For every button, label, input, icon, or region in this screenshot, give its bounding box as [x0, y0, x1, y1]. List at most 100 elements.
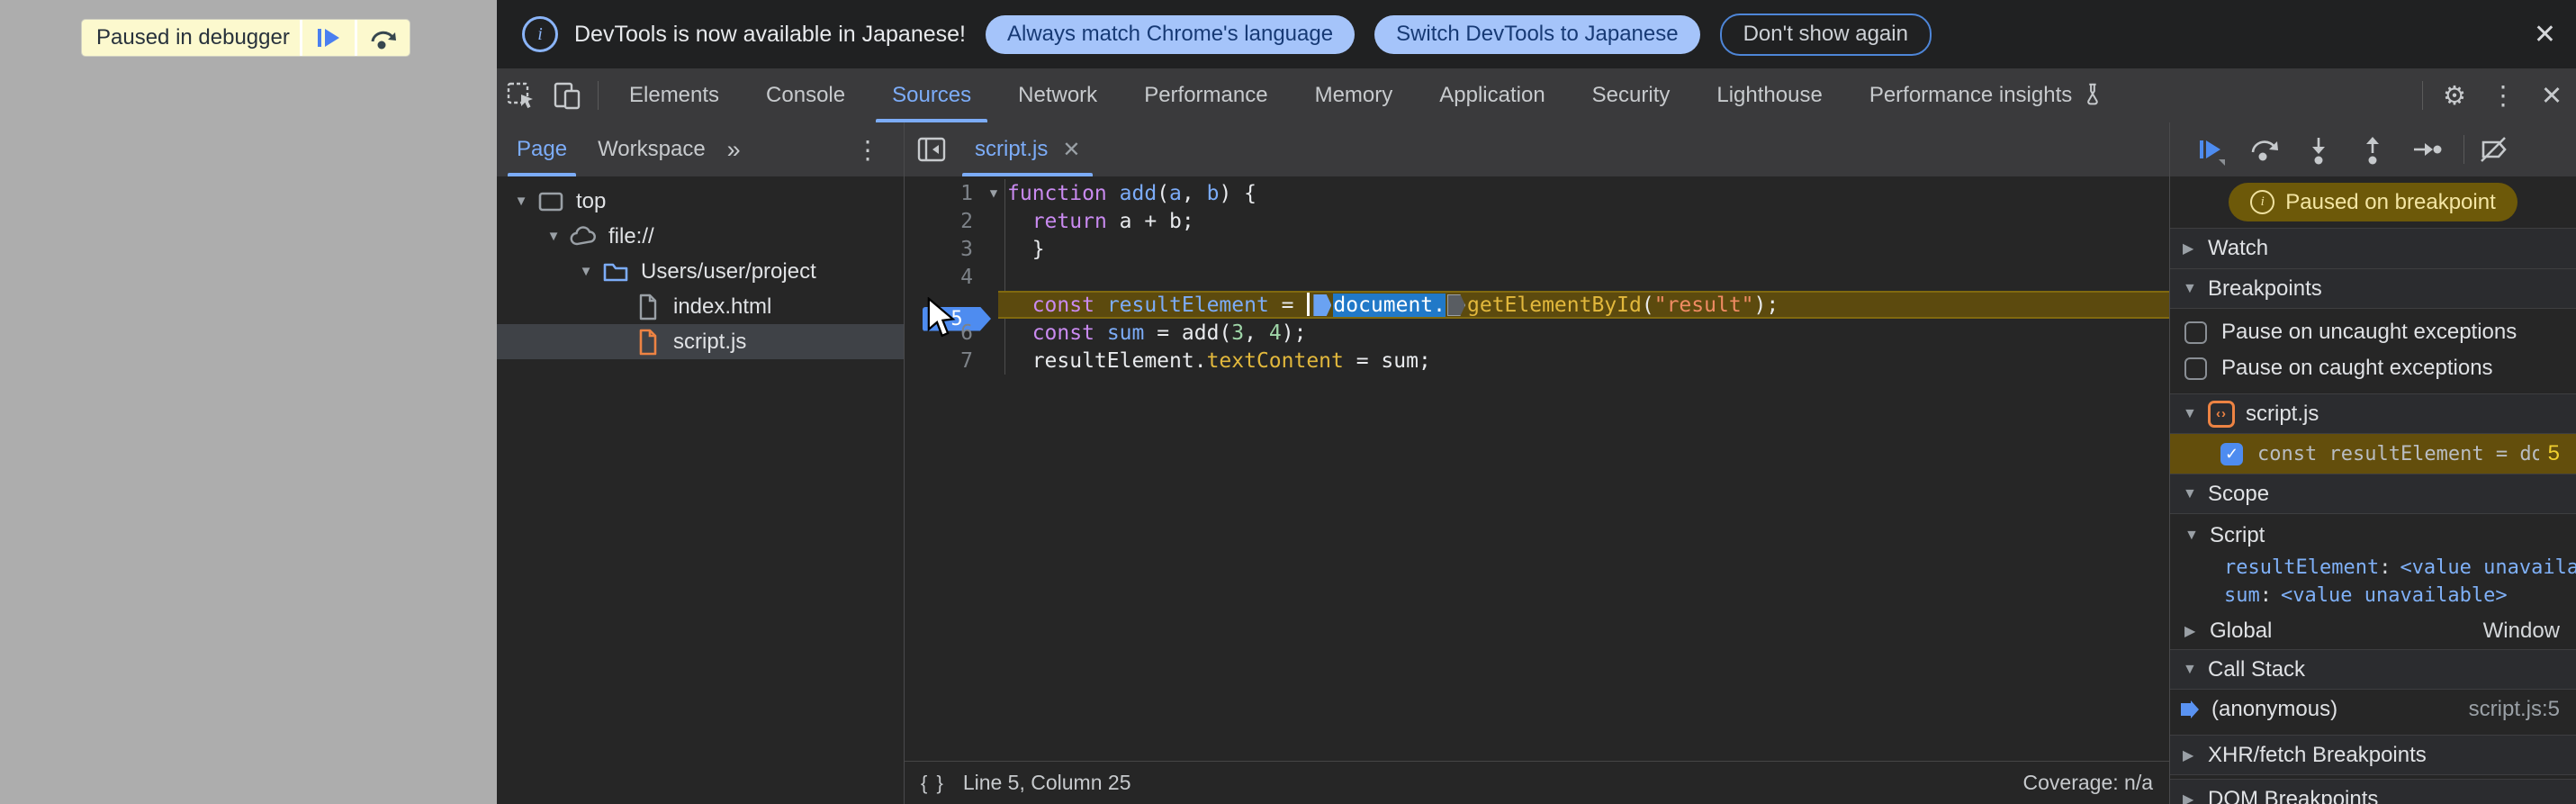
code-line-5[interactable]: 5 const resultElement = document. getElem… — [905, 291, 2169, 331]
checkbox-unchecked[interactable] — [2184, 321, 2207, 344]
tab-performance-insights[interactable]: Performance insights — [1846, 68, 2128, 122]
experiment-flask-icon — [2087, 83, 2098, 105]
tab-network[interactable]: Network — [995, 68, 1121, 122]
folder-icon — [603, 263, 628, 281]
section-scope[interactable]: ▼ Scope — [2170, 474, 2576, 514]
line-number[interactable]: 7 — [905, 349, 980, 373]
step-over-button[interactable] — [355, 20, 410, 56]
tab-memory[interactable]: Memory — [1292, 68, 1417, 122]
more-navigator-tabs-chevron[interactable]: » — [716, 122, 752, 176]
devtools-tab-bar: Elements Console Sources Network Performance… — [497, 68, 2576, 122]
continue-to-marker-icon[interactable] — [1447, 294, 1465, 316]
step-into-button[interactable] — [2301, 132, 2336, 167]
notification-action-button[interactable]: Switch DevTools to Japanese — [1374, 14, 1700, 54]
tree-item-file-[interactable]: ▼ file:// — [497, 219, 904, 254]
code-line-4[interactable]: 4 — [905, 263, 2169, 291]
line-number[interactable]: 2 — [905, 210, 980, 233]
line-number[interactable]: 3 — [905, 238, 980, 261]
line-number[interactable]: 4 — [905, 266, 980, 289]
debugger-pane: i Paused on breakpoint ▶ Watch ▼ Breakpo… — [2169, 122, 2576, 804]
expander-icon[interactable]: ▼ — [572, 264, 599, 279]
tab-performance[interactable]: Performance — [1121, 68, 1291, 122]
continue-to-marker-icon[interactable] — [1313, 294, 1332, 316]
tab-lighthouse[interactable]: Lighthouse — [1693, 68, 1845, 122]
tab-console[interactable]: Console — [743, 68, 869, 122]
scope-global-group[interactable]: ▶ Global Window — [2170, 613, 2576, 649]
scope-script-group[interactable]: ▼ Script — [2170, 518, 2576, 554]
section-watch[interactable]: ▶ Watch — [2170, 228, 2576, 268]
step-button[interactable] — [2409, 132, 2444, 167]
cloud-icon — [570, 225, 596, 245]
step-out-button[interactable] — [2355, 132, 2390, 167]
call-stack-frame[interactable]: (anonymous) script.js:5 — [2170, 690, 2576, 729]
step-over-icon — [371, 31, 396, 50]
settings-gear-button[interactable]: ⚙ — [2430, 68, 2479, 122]
checkbox-unchecked[interactable] — [2184, 357, 2207, 380]
more-options-button[interactable]: ⋮ — [2479, 68, 2527, 122]
tab-security[interactable]: Security — [1569, 68, 1694, 122]
notification-close-button[interactable]: ✕ — [2534, 19, 2556, 50]
resume-button[interactable] — [2193, 132, 2228, 167]
pause-uncaught-exceptions-row[interactable]: Pause on uncaught exceptions — [2170, 314, 2576, 350]
close-devtools-button[interactable]: ✕ — [2527, 68, 2576, 122]
chevron-down-icon: ▼ — [2183, 485, 2197, 501]
code-editor[interactable]: 1 ▼ function add(a, b) {2 return a + b; 3 }… — [905, 176, 2169, 761]
pretty-print-button[interactable]: { } — [921, 772, 945, 795]
scope-variable-row[interactable]: resultElement: <value unavailable> — [2170, 554, 2576, 582]
tree-item-top[interactable]: ▼ top — [497, 184, 904, 219]
code-line-1[interactable]: 1 ▼ function add(a, b) { — [905, 179, 2169, 207]
toolbar-divider — [2463, 135, 2464, 164]
inspect-element-button[interactable] — [497, 68, 544, 122]
editor-pane: script.js ✕ 1 ▼ function add(a, b) {2 retu… — [905, 122, 2169, 804]
tree-item-label: file:// — [608, 223, 654, 248]
navigator-menu-button[interactable]: ⋮ — [832, 122, 904, 176]
breakpoint-entry[interactable]: ✓ const resultElement = doc⋯ 5 — [2170, 434, 2576, 474]
code-line-7[interactable]: 7 resultElement.textContent = sum; — [905, 347, 2169, 375]
section-breakpoints[interactable]: ▼ Breakpoints — [2170, 268, 2576, 309]
code-line-3[interactable]: 3 } — [905, 235, 2169, 263]
step-over-icon — [2251, 140, 2278, 161]
resume-script-button[interactable] — [300, 20, 355, 56]
expander-icon[interactable]: ▼ — [508, 194, 535, 209]
code-text: return a + b; — [1031, 209, 1194, 233]
device-toolbar-button[interactable] — [544, 68, 590, 122]
script-file-icon: ‹› — [2208, 400, 2235, 428]
tree-item-users-user-project[interactable]: ▼ Users/user/project — [497, 254, 904, 289]
breakpoint-file-group[interactable]: ▼ ‹› script.js — [2170, 393, 2576, 434]
tab-elements[interactable]: Elements — [606, 68, 743, 122]
tab-sources[interactable]: Sources — [869, 68, 995, 122]
notification-action-button[interactable]: Don't show again — [1719, 13, 1932, 56]
section-xhr-breakpoints[interactable]: ▶ XHR/fetch Breakpoints — [2170, 735, 2576, 775]
tree-item-script.js[interactable]: script.js — [497, 324, 904, 359]
screen: Paused in debugger i DevTools is now ava… — [0, 0, 2576, 804]
breakpoint-snippet: const resultElement = doc⋯ — [2257, 442, 2539, 465]
tree-item-index.html[interactable]: index.html — [497, 289, 904, 324]
code-text: } — [1007, 237, 1045, 261]
mouse-cursor — [927, 297, 956, 338]
inspect-icon — [507, 82, 533, 109]
code-line-6[interactable]: 6 const sum = add(3, 4); — [905, 319, 2169, 347]
editor-tab-scriptjs[interactable]: script.js ✕ — [959, 122, 1096, 176]
scope-variable-row[interactable]: sum: <value unavailable> — [2170, 582, 2576, 610]
tree-item-label: top — [576, 188, 607, 213]
expander-icon[interactable]: ▼ — [540, 229, 567, 244]
code-line-2[interactable]: 2 return a + b; — [905, 207, 2169, 235]
navigator-tab-page[interactable]: Page — [506, 122, 578, 176]
checkbox-checked[interactable]: ✓ — [2220, 442, 2243, 465]
notification-action-button[interactable]: Always match Chrome's language — [985, 14, 1356, 54]
tab-application[interactable]: Application — [1416, 68, 1568, 122]
section-dom-breakpoints[interactable]: ▶ DOM Breakpoints — [2170, 779, 2576, 804]
step-over-button[interactable] — [2247, 132, 2282, 167]
code-text: function add(a, b) { — [1007, 181, 1257, 205]
section-call-stack[interactable]: ▼ Call Stack — [2170, 649, 2576, 690]
paused-in-debugger-overlay: Paused in debugger — [81, 19, 410, 57]
deactivate-breakpoints-button[interactable] — [2477, 132, 2511, 167]
chevron-down-icon: ▼ — [2183, 661, 2197, 677]
toggle-navigator-button[interactable] — [905, 122, 959, 176]
editor-tab-close-icon[interactable]: ✕ — [1062, 137, 1080, 163]
line-number[interactable]: 1 — [905, 182, 980, 205]
pause-caught-exceptions-row[interactable]: Pause on caught exceptions — [2170, 350, 2576, 386]
navigator-tab-workspace[interactable]: Workspace — [587, 122, 716, 176]
tab-label: Lighthouse — [1716, 83, 1823, 107]
fold-marker[interactable]: ▼ — [980, 186, 1007, 201]
